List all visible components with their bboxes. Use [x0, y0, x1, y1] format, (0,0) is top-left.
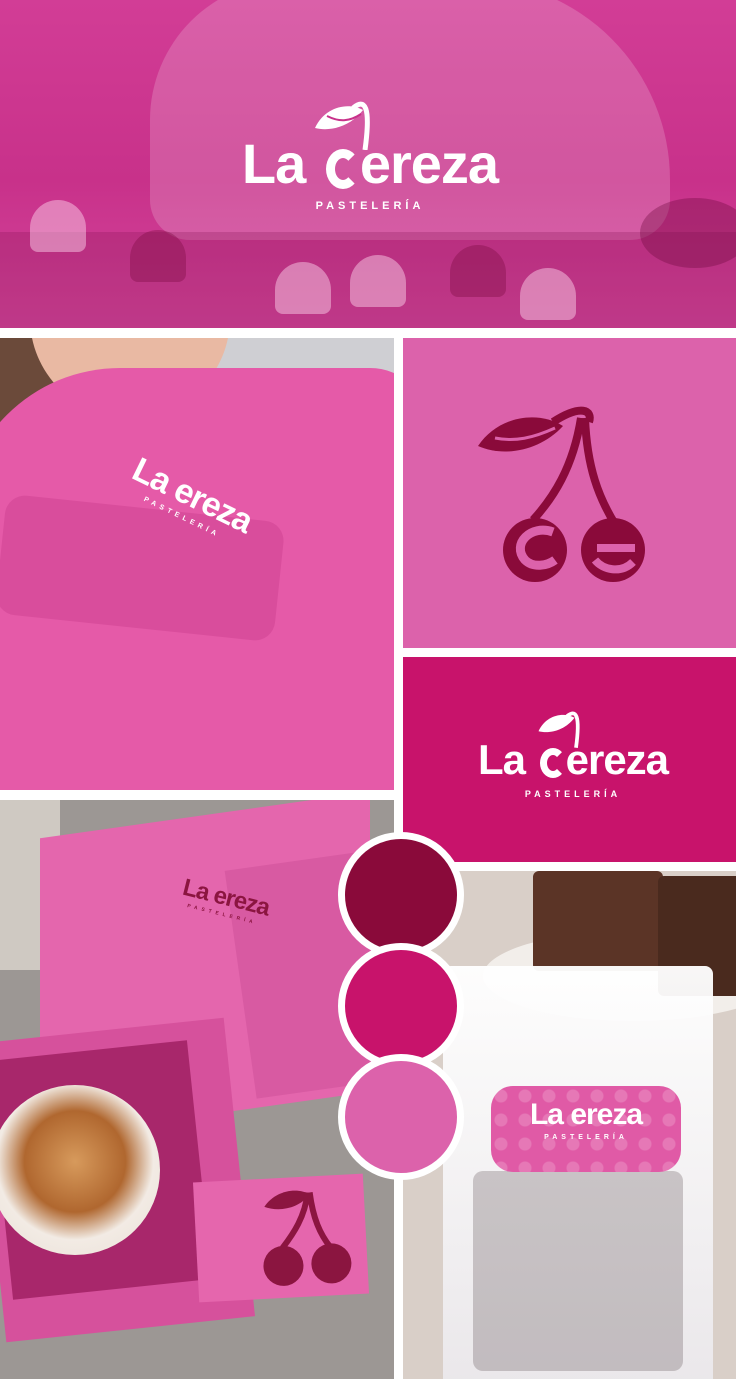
cupcake	[30, 200, 86, 252]
cupcake	[350, 255, 406, 307]
brand-tagline: PASTELERÍA	[544, 1134, 628, 1141]
icon-panel	[403, 338, 736, 648]
brand-word-la: La	[477, 736, 526, 783]
cherry-icon	[478, 406, 645, 582]
box-mockup: La ereza PASTELERÍA	[0, 800, 394, 1379]
sticker-logo: La ereza PASTELERÍA	[491, 1098, 681, 1142]
hero-photo: La ereza PASTELERÍA	[0, 0, 736, 328]
cupcake	[275, 262, 331, 314]
brand-word-cereza: ereza	[565, 736, 669, 783]
brand-word-la: La	[241, 132, 306, 195]
brand-word-la: La	[529, 1098, 564, 1131]
business-card	[192, 1173, 370, 1303]
brownie	[533, 871, 663, 971]
brand-tagline: PASTELERÍA	[315, 200, 425, 212]
bag-sticker: La ereza PASTELERÍA	[491, 1086, 681, 1172]
cupcake	[130, 230, 186, 282]
cupcake	[520, 268, 576, 320]
swatch-light-pink	[338, 1054, 464, 1180]
swatch-magenta	[338, 943, 464, 1069]
brand-word-cereza: ereza	[570, 1098, 643, 1131]
cherry-c-icon	[325, 149, 360, 189]
brand-word-la: La	[180, 873, 212, 907]
cherry-c-icon	[539, 748, 566, 778]
brand-tagline: PASTELERÍA	[524, 789, 622, 799]
swatch-dark-cherry	[338, 832, 464, 958]
logo-panel: La ereza PASTELERÍA	[403, 657, 736, 862]
cupcake	[450, 245, 506, 297]
shirt-mockup: La ereza PASTELERÍA	[0, 338, 394, 790]
cherry-icon	[263, 1190, 352, 1286]
brand-word-cereza: ereza	[359, 132, 499, 195]
bag-content-shadow	[473, 1171, 683, 1371]
